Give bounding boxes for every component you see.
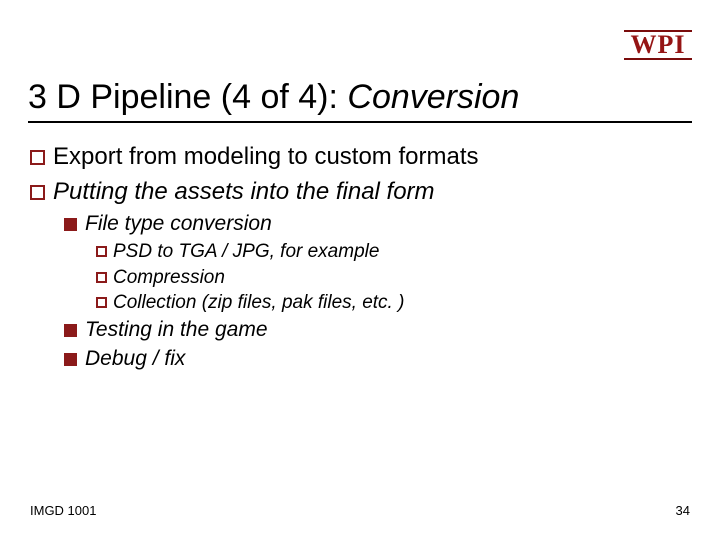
bullet-text: Collection (zip files, pak files, etc. ) <box>113 292 404 313</box>
bullet-text: Testing in the game <box>85 318 268 341</box>
solid-box-icon <box>64 324 77 337</box>
wpi-logo-text: WPI <box>631 32 686 58</box>
title-text: 3 D Pipeline (4 of 4): <box>28 78 347 116</box>
footer-course-code: IMGD 1001 <box>30 503 96 518</box>
outline-box-icon <box>96 272 107 283</box>
bullet-level3: PSD to TGA / JPG, for example <box>96 240 692 264</box>
bullet-level1: Export from modeling to custom formats <box>30 142 692 173</box>
bullet-text: File type conversion <box>85 212 272 235</box>
solid-box-icon <box>64 353 77 366</box>
bullet-text: Putting the assets into the final form <box>53 178 435 205</box>
bullet-level3: Collection (zip files, pak files, etc. ) <box>96 291 692 315</box>
bullet-level2: Debug / fix <box>64 346 692 373</box>
bullet-text: PSD to TGA / JPG, for example <box>113 241 379 262</box>
title-italic: Conversion <box>347 78 519 116</box>
bullet-text: Compression <box>113 267 225 288</box>
bullet-text: Export from modeling to custom formats <box>53 143 478 170</box>
outline-box-icon <box>30 185 45 200</box>
outline-box-icon <box>96 246 107 257</box>
outline-box-icon <box>96 297 107 308</box>
bullet-level2: File type conversion <box>64 211 692 238</box>
footer-page-number: 34 <box>676 503 690 518</box>
slide-title: 3 D Pipeline (4 of 4): Conversion <box>28 78 692 123</box>
bullet-level3: Compression <box>96 266 692 290</box>
solid-box-icon <box>64 218 77 231</box>
outline-box-icon <box>30 150 45 165</box>
slide-body: Export from modeling to custom formats P… <box>30 140 692 375</box>
bullet-text: Debug / fix <box>85 347 185 370</box>
wpi-logo: WPI <box>624 30 692 60</box>
bullet-level1: Putting the assets into the final form <box>30 177 692 208</box>
bullet-level2: Testing in the game <box>64 317 692 344</box>
